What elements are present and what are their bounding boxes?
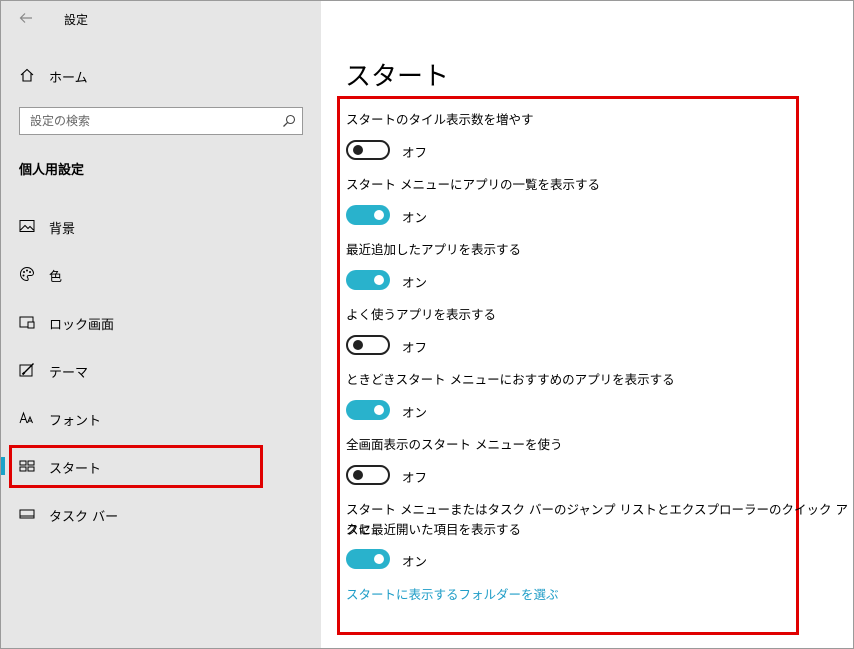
fullscreen-start-toggle[interactable]: [346, 465, 390, 485]
app-title: 設定: [64, 13, 89, 27]
suggestions-toggle[interactable]: [346, 400, 390, 420]
app-list-toggle[interactable]: [346, 205, 390, 225]
toggle-knob: [374, 405, 384, 415]
page-title: スタート: [345, 62, 450, 92]
toggle-knob: [353, 470, 363, 480]
most-used-toggle[interactable]: [346, 335, 390, 355]
font-icon: [18, 410, 36, 426]
setting-label: スタート メニューにアプリの一覧を表示する: [346, 177, 600, 192]
toggle-knob: [374, 275, 384, 285]
toggle-state: オフ: [402, 145, 428, 160]
setting-label: ときどきスタート メニューにおすすめのアプリを表示する: [346, 372, 675, 387]
more-tiles-toggle[interactable]: [346, 140, 390, 160]
sidebar-item-label: 背景: [49, 222, 76, 237]
home-icon: [18, 67, 36, 83]
active-indicator: [1, 457, 5, 475]
toggle-state: オン: [402, 210, 428, 225]
sidebar-item-theme[interactable]: テーマ: [1, 353, 321, 387]
sidebar-item-label: タスク バー: [49, 510, 119, 525]
start-highlight-box: [9, 445, 263, 488]
sidebar-item-font[interactable]: フォント: [1, 401, 321, 435]
sidebar-item-label: テーマ: [49, 366, 89, 381]
recently-added-toggle[interactable]: [346, 270, 390, 290]
sidebar-item-label: ロック画面: [49, 318, 115, 333]
setting-label: 最近追加したアプリを表示する: [346, 242, 522, 257]
setting-label: 全画面表示のスタート メニューを使う: [346, 437, 563, 452]
taskbar-icon: [18, 506, 36, 522]
lock-screen-icon: [18, 314, 36, 330]
sidebar-item-lock-screen[interactable]: ロック画面: [1, 305, 321, 339]
toggle-knob: [353, 340, 363, 350]
setting-label: スタートのタイル表示数を増やす: [346, 112, 534, 127]
search-input[interactable]: [20, 108, 270, 134]
sidebar-item-label: フォント: [49, 414, 102, 429]
back-arrow-icon: [19, 13, 32, 23]
back-button[interactable]: [15, 7, 37, 29]
sidebar-item-color[interactable]: 色: [1, 257, 321, 291]
toggle-knob: [374, 554, 384, 564]
title-bar: 設定: [1, 1, 321, 35]
setting-label: スに最近開いた項目を表示する: [346, 522, 522, 537]
toggle-state: オン: [402, 554, 428, 569]
toggle-state: オン: [402, 405, 428, 420]
sidebar: 設定 ホーム 個人用設定: [1, 1, 321, 648]
settings-window: 設定 ホーム 個人用設定: [0, 0, 854, 649]
search-icon[interactable]: [282, 114, 296, 128]
setting-label: よく使うアプリを表示する: [346, 307, 497, 322]
choose-folders-link[interactable]: スタートに表示するフォルダーを選ぶ: [346, 584, 559, 603]
search-box[interactable]: [19, 107, 303, 135]
toggle-knob: [353, 145, 363, 155]
sidebar-item-home[interactable]: ホーム: [1, 61, 321, 89]
theme-icon: [18, 362, 36, 378]
main-content: スタート スタートのタイル表示数を増やす オフ スタート メニューにアプリの一覧…: [321, 1, 853, 648]
recent-items-toggle[interactable]: [346, 549, 390, 569]
sidebar-item-label: ホーム: [49, 71, 88, 86]
palette-icon: [18, 266, 36, 282]
sidebar-item-taskbar[interactable]: タスク バー: [1, 497, 321, 531]
sidebar-item-label: 色: [49, 270, 63, 285]
image-icon: [18, 218, 36, 234]
sidebar-item-background[interactable]: 背景: [1, 209, 321, 243]
toggle-knob: [374, 210, 384, 220]
section-title: 個人用設定: [19, 163, 85, 178]
toggle-state: オフ: [402, 470, 428, 485]
toggle-state: オフ: [402, 340, 428, 355]
toggle-state: オン: [402, 275, 428, 290]
